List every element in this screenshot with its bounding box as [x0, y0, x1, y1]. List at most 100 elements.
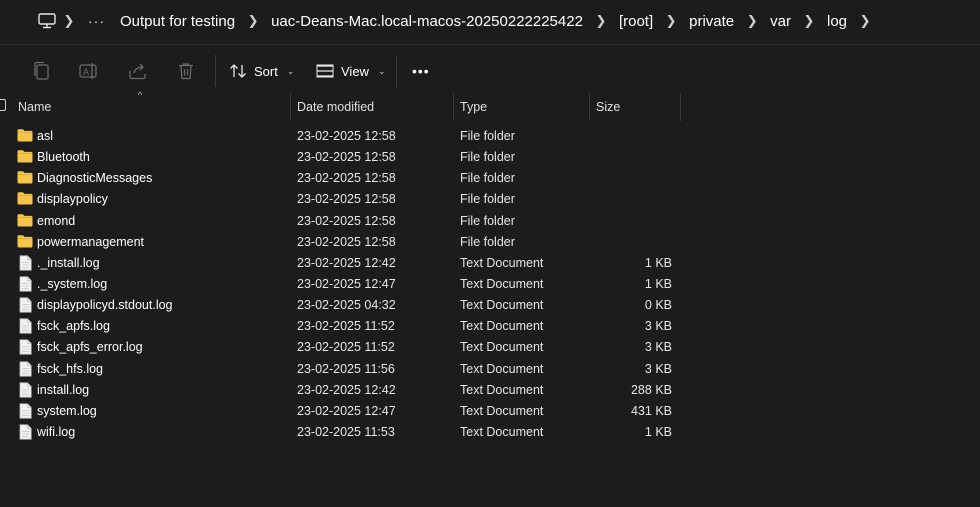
- view-button[interactable]: View ⌄: [316, 58, 386, 84]
- folder-icon: [17, 170, 33, 186]
- chevron-right-icon[interactable]: ❯: [741, 13, 763, 29]
- file-row[interactable]: displaypolicyd.stdout.log 23-02-2025 04:3…: [0, 295, 980, 316]
- breadcrumb-item-log[interactable]: log: [820, 13, 854, 30]
- file-type: File folder: [460, 213, 515, 228]
- file-row[interactable]: fsck_apfs_error.log 23-02-2025 11:52 Text …: [0, 337, 980, 358]
- column-divider[interactable]: [680, 93, 681, 121]
- breadcrumb-item-uac-folder[interactable]: uac-Deans-Mac.local-macos-20250222225422: [264, 13, 590, 30]
- folder-row[interactable]: displaypolicy 23-02-2025 12:58 File folder: [0, 189, 980, 210]
- file-type: Text Document: [460, 319, 544, 334]
- file-type: Text Document: [460, 361, 544, 376]
- file-name: emond: [37, 213, 76, 228]
- file-row[interactable]: ._install.log 23-02-2025 12:42 Text Docume…: [0, 253, 980, 274]
- file-row[interactable]: system.log 23-02-2025 12:47 Text Document 4…: [0, 401, 980, 422]
- file-name: DiagnosticMessages: [37, 171, 153, 186]
- sort-button[interactable]: Sort ⌄: [229, 58, 294, 84]
- file-date-modified: 23-02-2025 12:58: [297, 192, 396, 207]
- file-date-modified: 23-02-2025 11:56: [297, 361, 395, 376]
- file-name: Bluetooth: [37, 150, 90, 165]
- breadcrumb: ❯ ··· Output for testing ❯ uac-Deans-Mac…: [30, 8, 876, 34]
- column-divider[interactable]: [589, 93, 590, 121]
- file-name: powermanagement: [37, 234, 145, 249]
- file-type: Text Document: [460, 255, 544, 270]
- address-bar: ❯ ··· Output for testing ❯ uac-Deans-Mac…: [0, 0, 980, 43]
- column-divider[interactable]: [453, 93, 454, 121]
- file-type: Text Document: [460, 403, 544, 418]
- breadcrumb-item-root[interactable]: [root]: [612, 13, 660, 30]
- copy-icon[interactable]: [30, 60, 52, 82]
- folder-row[interactable]: powermanagement 23-02-2025 12:58 File fold…: [0, 232, 980, 253]
- breadcrumb-item-private[interactable]: private: [682, 13, 741, 30]
- file-name: fsck_apfs.log: [37, 319, 110, 334]
- file-date-modified: 23-02-2025 12:47: [297, 276, 396, 291]
- column-type[interactable]: Type: [460, 93, 585, 121]
- chevron-right-icon[interactable]: ❯: [242, 13, 264, 29]
- file-type: Text Document: [460, 340, 544, 355]
- file-size: 431 KB: [630, 403, 672, 418]
- delete-icon[interactable]: [175, 60, 197, 82]
- file-date-modified: 23-02-2025 11:52: [297, 319, 395, 334]
- folder-row[interactable]: Bluetooth 23-02-2025 12:58 File folder: [0, 147, 980, 168]
- folder-row[interactable]: asl 23-02-2025 12:58 File folder: [0, 126, 980, 147]
- column-size[interactable]: Size: [596, 93, 676, 121]
- file-date-modified: 23-02-2025 11:53: [297, 424, 395, 439]
- text-document-icon: [19, 276, 35, 292]
- see-more-button[interactable]: •••: [412, 58, 430, 84]
- folder-icon: [17, 149, 33, 165]
- text-document-icon: [19, 360, 35, 377]
- share-icon[interactable]: [127, 60, 149, 82]
- file-row[interactable]: wifi.log 23-02-2025 11:53 Text Document 1 K…: [0, 422, 980, 443]
- file-row[interactable]: install.log 23-02-2025 12:42 Text Document…: [0, 380, 980, 401]
- file-row[interactable]: fsck_hfs.log 23-02-2025 11:56 Text Documen…: [0, 359, 980, 380]
- folder-row[interactable]: DiagnosticMessages 23-02-2025 12:58 File f…: [0, 168, 980, 189]
- file-size: 3 KB: [644, 361, 672, 376]
- file-date-modified: 23-02-2025 12:42: [297, 382, 396, 397]
- column-divider[interactable]: [290, 93, 291, 121]
- file-type: File folder: [460, 129, 515, 143]
- chevron-right-icon[interactable]: ❯: [58, 13, 80, 29]
- breadcrumb-item-var[interactable]: var: [763, 13, 798, 30]
- folder-icon: [17, 191, 33, 207]
- toolbar-separator: [215, 55, 216, 87]
- file-size: 288 KB: [630, 382, 672, 397]
- this-pc-icon[interactable]: [36, 10, 58, 32]
- file-name: displaypolicyd.stdout.log: [37, 298, 173, 313]
- file-row[interactable]: fsck_apfs.log 23-02-2025 11:52 Text Docume…: [0, 316, 980, 337]
- file-date-modified: 23-02-2025 12:42: [297, 255, 396, 270]
- view-label: View: [341, 63, 369, 79]
- text-document-icon: [19, 297, 35, 313]
- file-name: ._install.log: [37, 255, 100, 270]
- file-type: Text Document: [460, 276, 544, 291]
- chevron-right-icon[interactable]: ❯: [590, 13, 612, 29]
- folder-icon: [17, 234, 33, 250]
- text-document-icon: [19, 424, 35, 440]
- chevron-right-icon[interactable]: ❯: [660, 13, 682, 29]
- breadcrumb-item-output-for-testing[interactable]: Output for testing: [113, 13, 242, 30]
- breadcrumb-overflow-button[interactable]: ···: [80, 13, 113, 29]
- file-name: asl: [37, 129, 53, 143]
- folder-row[interactable]: emond 23-02-2025 12:58 File folder: [0, 211, 980, 232]
- column-date-modified[interactable]: Date modified: [297, 93, 447, 121]
- view-icon: [316, 64, 334, 78]
- file-name: displaypolicy: [37, 192, 108, 207]
- file-size: 1 KB: [644, 255, 672, 270]
- file-row[interactable]: ._system.log 23-02-2025 12:47 Text Documen…: [0, 274, 980, 295]
- folder-icon: [17, 128, 33, 144]
- file-date-modified: 23-02-2025 12:58: [297, 213, 396, 228]
- column-name[interactable]: Name: [18, 93, 288, 121]
- file-date-modified: 23-02-2025 11:52: [297, 340, 395, 355]
- file-size: 3 KB: [644, 340, 672, 355]
- file-type: Text Document: [460, 298, 544, 313]
- file-type: File folder: [460, 192, 515, 207]
- text-document-icon: [19, 403, 35, 419]
- column-header: ^ Name Date modified Type Size: [0, 90, 980, 121]
- text-document-icon: [19, 255, 35, 271]
- chevron-right-icon[interactable]: ❯: [854, 13, 876, 29]
- chevron-right-icon[interactable]: ❯: [798, 13, 820, 29]
- file-name: fsck_hfs.log: [37, 361, 104, 376]
- file-size: 0 KB: [644, 298, 672, 313]
- file-type: File folder: [460, 234, 515, 249]
- file-size: 1 KB: [644, 276, 672, 291]
- rename-icon[interactable]: A: [78, 60, 100, 82]
- text-document-icon: [19, 339, 35, 356]
